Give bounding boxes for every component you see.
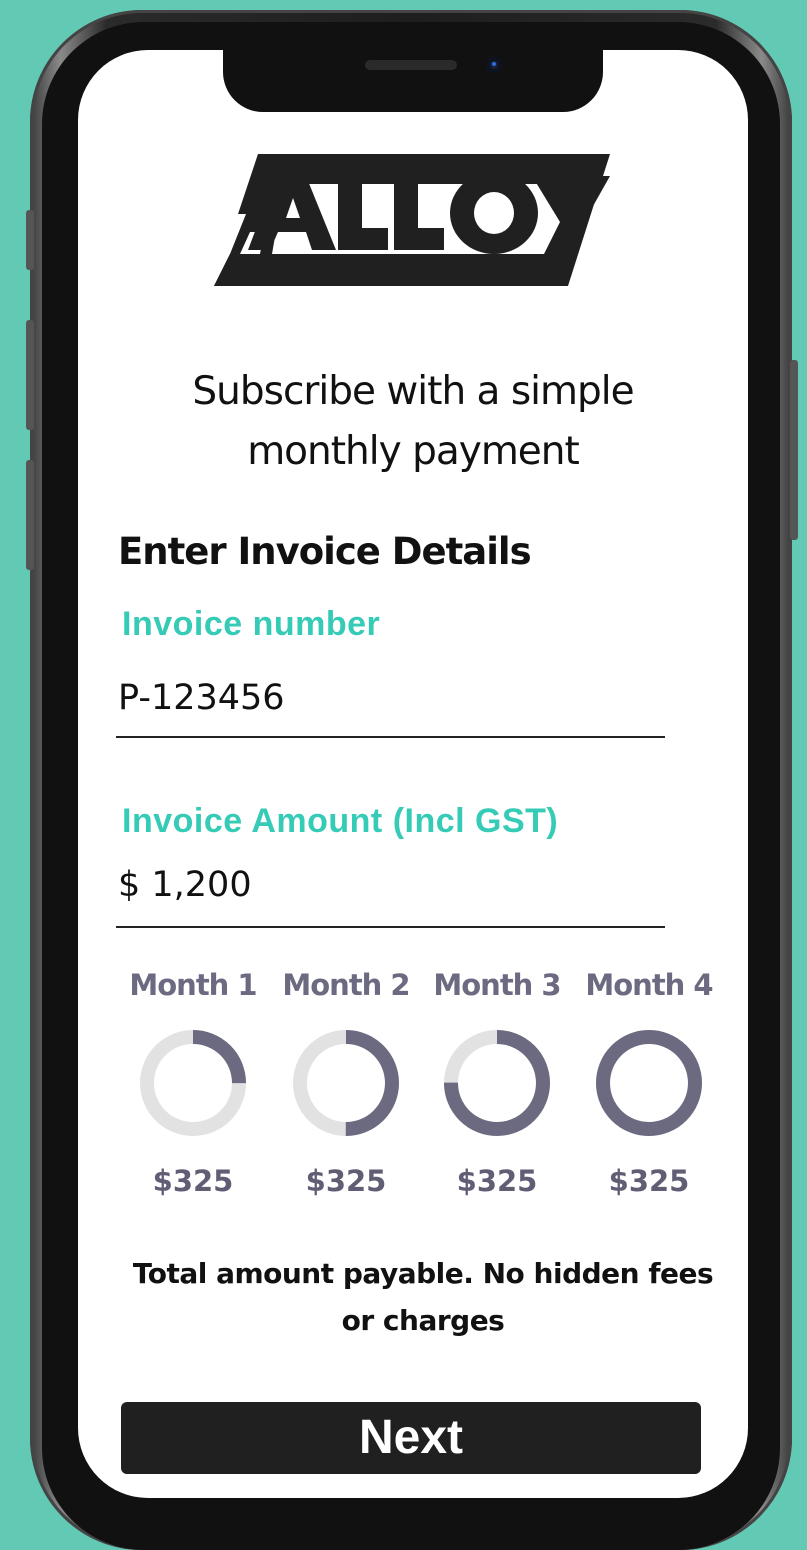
tagline-line-2: monthly payment: [247, 429, 580, 474]
progress-ring: [596, 1030, 702, 1136]
month-1: Month 1 $325: [118, 968, 268, 1198]
invoice-number-field[interactable]: P-123456: [118, 678, 285, 718]
fees-note-line-2: or charges: [341, 1304, 505, 1337]
month-2: Month 2 $325: [271, 968, 421, 1198]
month-amount: $325: [608, 1164, 690, 1198]
section-title: Enter Invoice Details: [118, 530, 532, 573]
phone-notch: [223, 50, 603, 112]
month-label: Month 4: [585, 968, 713, 1002]
month-amount: $325: [456, 1164, 538, 1198]
tagline: Subscribe with a simple monthly payment: [118, 362, 708, 482]
progress-ring: [293, 1030, 399, 1136]
invoice-amount-field[interactable]: $ 1,200: [118, 865, 252, 905]
speaker-grille: [365, 60, 457, 70]
invoice-amount-label: Invoice Amount (Incl GST): [122, 802, 559, 840]
month-4: Month 4 $325: [574, 968, 724, 1198]
next-button[interactable]: Next: [121, 1402, 701, 1474]
invoice-number-label: Invoice number: [122, 605, 381, 643]
month-amount: $325: [152, 1164, 234, 1198]
ring-progress: [596, 1030, 702, 1136]
progress-ring: [140, 1030, 246, 1136]
volume-down-button: [26, 460, 34, 570]
volume-up-button: [26, 320, 34, 430]
mute-switch: [26, 210, 34, 270]
fees-note: Total amount payable. No hidden fees or …: [118, 1250, 728, 1344]
month-3: Month 3 $325: [422, 968, 572, 1198]
alloy-logo: [214, 154, 610, 286]
invoice-amount-underline: [116, 926, 665, 928]
month-label: Month 1: [129, 968, 257, 1002]
fees-note-line-1: Total amount payable. No hidden fees: [132, 1257, 714, 1290]
invoice-number-underline: [116, 736, 665, 738]
power-button: [790, 360, 798, 540]
month-label: Month 3: [433, 968, 561, 1002]
tagline-line-1: Subscribe with a simple: [192, 369, 634, 414]
front-camera-icon: [486, 57, 502, 73]
phone-screen: Subscribe with a simple monthly payment …: [78, 50, 748, 1498]
payment-schedule: Month 1 $325 Month 2 $325 Month 3 $325 M…: [118, 968, 728, 1208]
month-amount: $325: [305, 1164, 387, 1198]
month-label: Month 2: [282, 968, 410, 1002]
progress-ring: [444, 1030, 550, 1136]
